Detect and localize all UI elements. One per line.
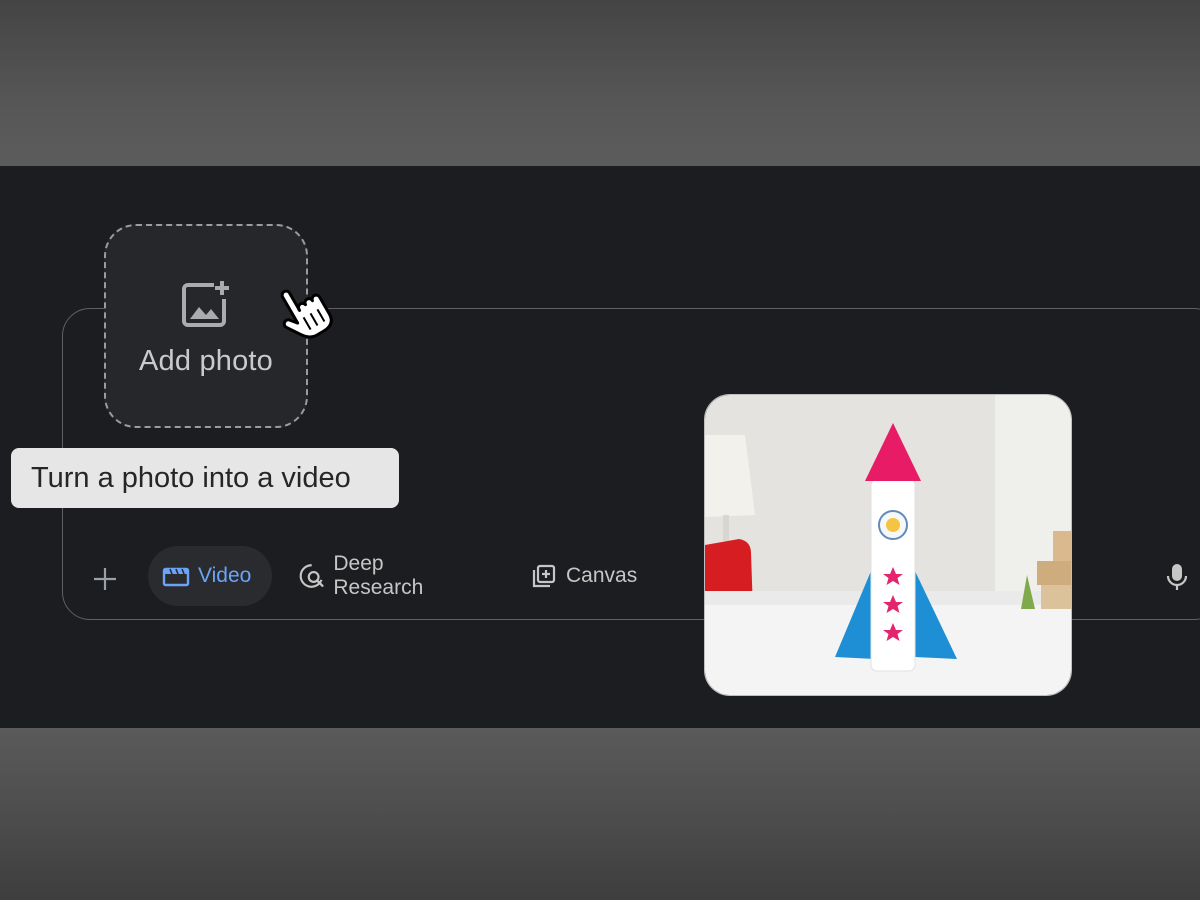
top-backdrop xyxy=(0,0,1200,166)
tooltip: Turn a photo into a video xyxy=(11,448,399,508)
deep-research-icon xyxy=(299,564,324,588)
canvas-tool-label: Canvas xyxy=(566,564,638,587)
add-photo-label: Add photo xyxy=(138,344,274,377)
tooltip-text: Turn a photo into a video xyxy=(31,461,351,494)
mic-icon[interactable] xyxy=(1164,562,1190,592)
add-image-icon xyxy=(182,280,229,327)
video-tool-button[interactable]: Video xyxy=(148,546,272,606)
bottom-backdrop xyxy=(0,728,1200,900)
deep-research-tool-button[interactable]: Deep Research xyxy=(284,546,494,606)
video-tool-label: Video xyxy=(198,564,252,587)
rocket-photo xyxy=(705,395,1071,695)
plus-icon[interactable] xyxy=(90,564,120,594)
video-icon xyxy=(162,567,190,587)
canvas-icon xyxy=(532,564,556,588)
preview-image xyxy=(704,394,1072,696)
deep-research-tool-label: Deep Research xyxy=(333,552,424,599)
app-panel: Video Deep Research Canvas Add photo Tur… xyxy=(0,166,1200,728)
canvas-tool-button[interactable]: Canvas xyxy=(516,546,656,606)
hand-cursor-icon xyxy=(280,289,333,339)
